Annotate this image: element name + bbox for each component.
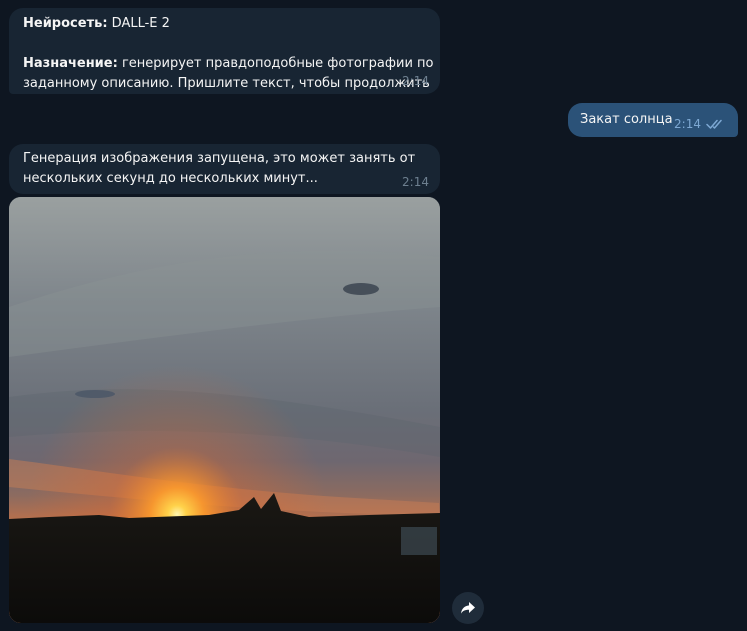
purpose-text-1: генерирует правдоподобные фотографии по [117, 56, 434, 71]
purpose-line-1: Назначение: генерирует правдоподобные фо… [23, 54, 434, 74]
purpose-line-2: заданному описанию. Пришлите текст, чтоб… [23, 76, 430, 91]
network-line: Нейросеть: DALL-E 2 [23, 14, 426, 34]
message-time: 2:14 [402, 74, 429, 88]
chat-area: Нейросеть: DALL-E 2 Назначение: генериру… [0, 0, 747, 631]
bot-status-message[interactable]: Генерация изображения запущена, это може… [9, 144, 440, 194]
network-value: DALL-E 2 [107, 16, 170, 31]
user-prompt-text: Закат солнца [580, 112, 673, 127]
message-time: 2:14 [674, 117, 701, 131]
user-prompt-message[interactable]: Закат солнца 2:14 [568, 103, 738, 137]
status-line-1: Генерация изображения запущена, это може… [23, 151, 416, 166]
bot-intro-message[interactable]: Нейросеть: DALL-E 2 Назначение: генериру… [9, 8, 440, 94]
message-time: 2:14 [402, 175, 429, 189]
purpose-label: Назначение: [23, 56, 118, 71]
network-label: Нейросеть: [23, 16, 108, 31]
generated-sunset-photo[interactable] [9, 197, 440, 623]
status-line-2: нескольких секунд до нескольких минут... [23, 171, 318, 186]
double-check-icon [706, 119, 722, 129]
forward-button[interactable] [452, 592, 484, 624]
forward-arrow-icon [461, 602, 475, 614]
